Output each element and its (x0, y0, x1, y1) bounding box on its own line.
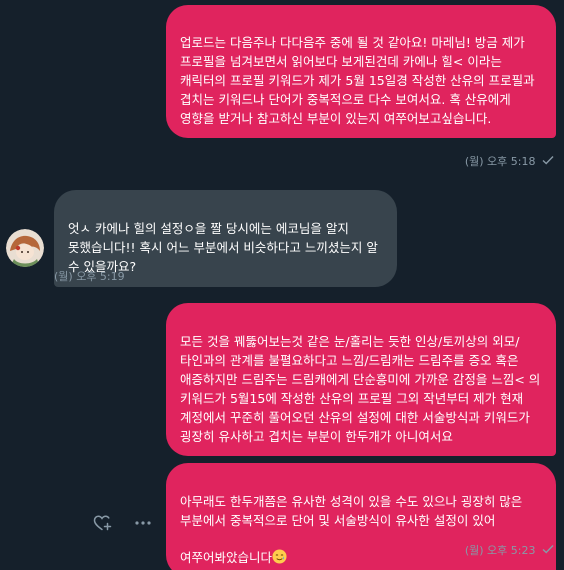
message-text: 엇ㅅ 카에나 힐의 설정ㅇ을 짤 당시에는 에코님을 알지 못했습니다!! 혹시… (68, 221, 378, 274)
checkmark-icon (542, 544, 554, 554)
message-timestamp: (월) 오후 5:23 (464, 544, 536, 557)
message-timestamp: (월) 오후 5:19 (54, 270, 125, 283)
message-meta: (월) 오후 5:18 (465, 155, 554, 169)
checkmark-icon (542, 155, 554, 165)
message-meta: (월) 오후 5:23 (465, 544, 554, 558)
outgoing-message-bubble[interactable]: 모든 것을 꿰뚫어보는것 같은 눈/홀리는 듯한 인상/토끼상의 외모/타인과의… (166, 303, 556, 456)
smiling-face-with-tear-emoji (272, 530, 287, 564)
message-actions (88, 508, 158, 538)
outgoing-message-bubble[interactable]: 업로드는 다음주나 다다음주 중에 될 것 같아요! 마레님! 방금 제가 프로… (166, 5, 556, 138)
heart-plus-icon[interactable] (88, 508, 118, 538)
dm-conversation: 업로드는 다음주나 다다음주 중에 될 것 같아요! 마레님! 방금 제가 프로… (0, 0, 564, 570)
more-dots-icon[interactable] (128, 508, 158, 538)
avatar[interactable] (6, 229, 44, 267)
message-text: 업로드는 다음주나 다다음주 중에 될 것 같아요! 마레님! 방금 제가 프로… (180, 35, 535, 126)
message-meta: (월) 오후 5:19 (54, 270, 125, 284)
message-text: 모든 것을 꿰뚫어보는것 같은 눈/홀리는 듯한 인상/토끼상의 외모/타인과의… (180, 334, 541, 444)
message-timestamp: (월) 오후 5:18 (464, 155, 536, 168)
